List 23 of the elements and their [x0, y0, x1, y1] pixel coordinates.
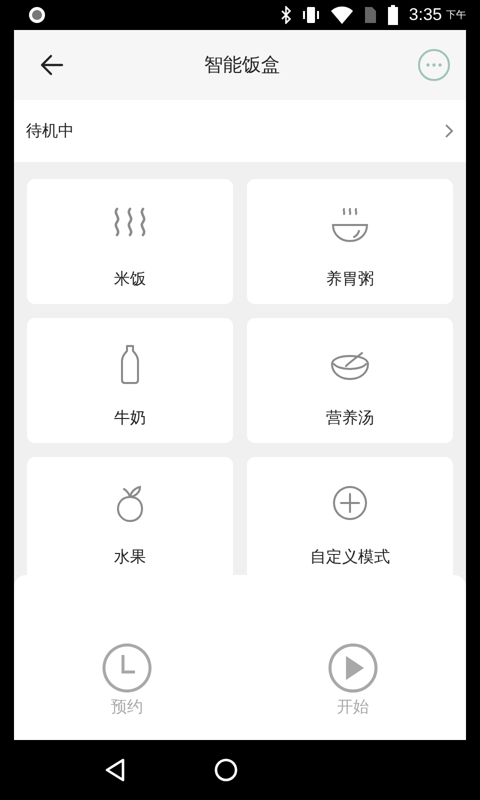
page-title: 智能饭盒	[203, 53, 281, 78]
mode-card[interactable]: 水果	[27, 457, 233, 575]
clock-time: 3:35	[408, 5, 442, 25]
clock-icon	[102, 643, 152, 693]
no-sim-icon	[362, 6, 377, 24]
mode-card[interactable]: 营养汤	[247, 318, 453, 443]
status-row[interactable]: 待机中	[14, 100, 466, 162]
notification-icon	[28, 6, 46, 24]
wifi-icon	[330, 6, 353, 24]
mode-card[interactable]: 牛奶	[27, 318, 233, 443]
vibrate-icon	[300, 6, 321, 24]
device-status: 待机中	[26, 120, 75, 142]
more-icon	[426, 63, 442, 67]
back-nav-icon[interactable]	[104, 758, 126, 782]
battery-icon	[386, 5, 399, 25]
mode-card[interactable]: 养胃粥	[247, 179, 453, 304]
mode-card[interactable]: 米饭	[27, 179, 233, 304]
clock-period: 下午	[446, 9, 466, 22]
bluetooth-icon	[280, 6, 291, 24]
play-icon	[328, 643, 378, 693]
chevron-right-icon	[444, 123, 454, 139]
mode-card[interactable]: 自定义模式	[247, 457, 453, 575]
home-nav-icon[interactable]	[214, 758, 238, 782]
